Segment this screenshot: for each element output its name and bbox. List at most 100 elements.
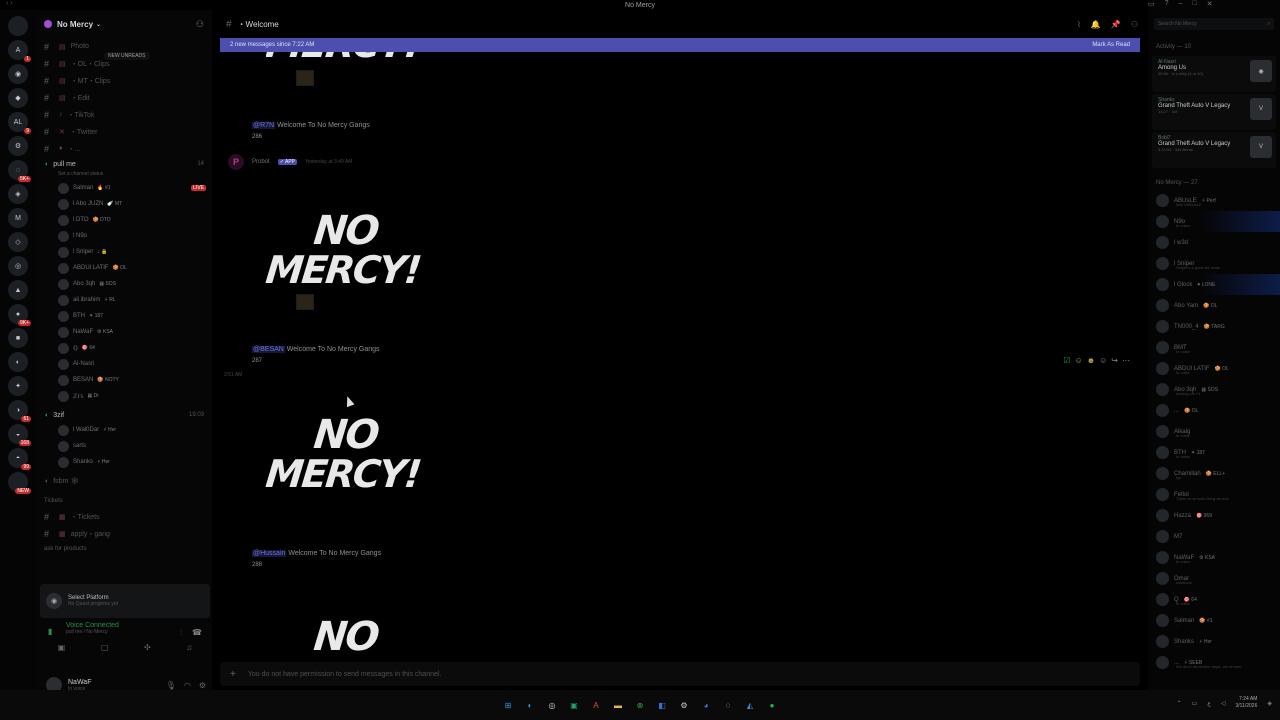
server-icon[interactable]: M bbox=[8, 208, 28, 228]
server-icon[interactable]: ■ bbox=[8, 328, 28, 348]
welcome-image[interactable]: NO MERCY! bbox=[264, 202, 422, 312]
server-icon[interactable]: ◆ bbox=[8, 88, 28, 108]
windows-start-icon[interactable]: ⊞ bbox=[502, 699, 514, 711]
channel-item[interactable]: # ✕ ・Twitter bbox=[36, 123, 212, 140]
camera-off-icon[interactable]: ▣ bbox=[58, 643, 66, 652]
welcome-image-partial[interactable]: NO bbox=[266, 608, 416, 658]
server-icon[interactable]: ◎ bbox=[8, 256, 28, 276]
voice-channel-status[interactable]: Set a channel status bbox=[36, 171, 212, 180]
server-icon[interactable]: ◌ 5K+ bbox=[8, 160, 31, 182]
adobe-icon[interactable]: A bbox=[590, 699, 602, 711]
voice-member[interactable]: l Abo JUZN 🍼 MT bbox=[36, 196, 212, 212]
voice-member[interactable]: BTH ✦ 187 bbox=[36, 308, 212, 324]
voice-member[interactable]: Abo 3qh ▦ SOS bbox=[36, 276, 212, 292]
member-item[interactable]: Hazza 🎯 969 bbox=[1148, 505, 1280, 526]
server-icon[interactable]: ◒ 168 bbox=[8, 424, 31, 446]
voice-member[interactable]: Salman 🔥 #1 LIVE bbox=[36, 180, 212, 196]
server-icon[interactable]: ◉ bbox=[8, 64, 28, 84]
notifications-icon[interactable]: ◈ bbox=[1267, 700, 1272, 707]
disconnect-icon[interactable]: ☎ bbox=[192, 628, 202, 637]
activity-card[interactable]: Shanks Grand Theft Auto V Legacy 14:27 · 3… bbox=[1152, 94, 1276, 130]
add-reaction-icon[interactable]: ☺ bbox=[1099, 356, 1107, 365]
soundboard-icon[interactable]: ♫ bbox=[186, 643, 192, 652]
member-item[interactable]: Fetlol There is no such thing as true bbox=[1148, 484, 1280, 505]
voice-channel-3zif[interactable]: ◖ 3zif 19:03 bbox=[36, 408, 212, 422]
members-icon[interactable]: ⚇ bbox=[1131, 20, 1138, 29]
category-tickets[interactable]: Tickets bbox=[36, 494, 212, 508]
member-item[interactable]: BTH ✦ 187 In voice bbox=[1148, 442, 1280, 463]
member-item[interactable]: ABDUl LATIF 🍪 OL In voice bbox=[1148, 358, 1280, 379]
voice-member[interactable]: l Sniper ♪ 🔒 bbox=[36, 244, 212, 260]
check-reaction-icon[interactable]: ☑ bbox=[1063, 356, 1070, 365]
server-icon[interactable]: NEW bbox=[8, 472, 31, 494]
member-item[interactable]: Q 🎯 64 In voice bbox=[1148, 589, 1280, 610]
mark-as-read-button[interactable]: Mark As Read bbox=[1092, 42, 1130, 48]
server-icon[interactable]: ◓ 99 bbox=[8, 448, 31, 470]
server-icon[interactable]: ✦ bbox=[8, 376, 28, 396]
voice-member[interactable]: ℚ 🎯 64 bbox=[36, 340, 212, 356]
member-item[interactable]: Omar solutions bbox=[1148, 568, 1280, 589]
member-item[interactable]: BMT In voice bbox=[1148, 337, 1280, 358]
pin-icon[interactable]: 📌 bbox=[1111, 20, 1121, 29]
category-ask-for-products[interactable]: ask for products bbox=[36, 542, 212, 556]
member-item[interactable]: l w3d bbox=[1148, 232, 1280, 253]
member-item[interactable]: l Glock ♥ LONE bbox=[1148, 274, 1280, 295]
platform-panel[interactable]: ◉ Select Platform No Quest progress yet bbox=[40, 584, 210, 618]
voice-member[interactable]: Al-Nasri bbox=[36, 356, 212, 372]
server-header[interactable]: No Mercy ⌄ ⚇ bbox=[36, 10, 212, 38]
volume-icon[interactable]: ◁ bbox=[1221, 700, 1226, 707]
voice-member[interactable]: l DTO 🍪 DTO bbox=[36, 212, 212, 228]
new-messages-banner[interactable]: 2 new messages since 7:22 AM Mark As Rea… bbox=[220, 38, 1140, 52]
emoji-reaction-icon[interactable]: ☺ bbox=[1075, 356, 1083, 365]
voice-member[interactable]: sarts bbox=[36, 438, 212, 454]
channel-item[interactable]: # ▤ ・MT・Clips bbox=[36, 72, 212, 89]
server-icon[interactable]: ◐ bbox=[8, 352, 28, 372]
search-bar[interactable]: Search No Mercy ⌕ bbox=[1148, 10, 1280, 38]
voice-channel-extra[interactable]: ◖ fsbm 🕸 bbox=[36, 474, 212, 488]
user-mention[interactable]: @Hussain bbox=[252, 550, 287, 557]
voice-member[interactable]: ali ibrahim ⚡ RL bbox=[36, 292, 212, 308]
welcome-image[interactable]: NO MERCY! bbox=[264, 406, 422, 516]
server-icon[interactable]: ⚙ bbox=[8, 136, 28, 156]
member-item[interactable]: Alkaig In voice bbox=[1148, 421, 1280, 442]
noise-suppression-icon[interactable]: ⫶ bbox=[180, 628, 182, 638]
member-item[interactable]: ABUsLE ⚡ Perf linkl VABUsLE bbox=[1148, 190, 1280, 211]
welcome-image-partial[interactable]: MERCY! bbox=[266, 52, 416, 92]
threads-icon[interactable]: ⌇ bbox=[1077, 20, 1081, 29]
user-mention[interactable]: @R7N bbox=[252, 122, 276, 129]
voice-member[interactable]: NaWaF ⚙ KSA bbox=[36, 324, 212, 340]
discord-taskbar-icon[interactable]: ◕ bbox=[700, 699, 712, 711]
channel-item[interactable]: # ▤ ・Edit bbox=[36, 89, 212, 106]
bot-avatar[interactable]: P bbox=[228, 154, 244, 170]
server-icon[interactable]: ● 9K+ bbox=[8, 304, 31, 326]
server-icon[interactable]: ◈ bbox=[8, 184, 28, 204]
member-item[interactable]: ... ⚡ SEEB We don't remember days, we reme… bbox=[1148, 652, 1280, 673]
member-item[interactable]: ... 🍪 OL bbox=[1148, 400, 1280, 421]
settings-icon[interactable]: ⚙ bbox=[678, 699, 690, 711]
signal-icon[interactable]: ▮ bbox=[48, 627, 52, 636]
xbox-app-icon[interactable]: ▣ bbox=[568, 699, 580, 711]
gear-icon[interactable]: ⚙ bbox=[199, 681, 206, 690]
username[interactable]: NaWaF bbox=[68, 679, 91, 686]
member-item[interactable]: Shanks ⚡ Her... bbox=[1148, 631, 1280, 652]
channel-item[interactable]: # ▦ ・Tickets bbox=[36, 508, 212, 525]
more-icon[interactable]: ⋯ bbox=[1122, 356, 1130, 365]
headphones-icon[interactable]: ◠ bbox=[184, 681, 191, 690]
outlook-icon[interactable]: ◧ bbox=[656, 699, 668, 711]
voice-member[interactable]: Shanks ⚡ Her bbox=[36, 454, 212, 470]
user-mention[interactable]: @BESAN bbox=[252, 346, 285, 353]
bot-name[interactable]: Probot bbox=[252, 159, 270, 165]
obs-icon[interactable]: ◌ bbox=[722, 699, 734, 711]
channel-item[interactable]: # ♦ ・... bbox=[36, 140, 212, 157]
voice-channel-pull-me[interactable]: ◖ pull me 14 bbox=[36, 157, 212, 171]
discord-home-icon[interactable] bbox=[8, 16, 28, 36]
member-item[interactable]: Abo Yam 🍪 OL bbox=[1148, 295, 1280, 316]
microphone-icon[interactable]: 🎙 bbox=[166, 681, 176, 690]
chevron-up-icon[interactable]: ⌃ bbox=[1177, 700, 1182, 707]
server-icon[interactable]: ▲ bbox=[8, 280, 28, 300]
network-icon[interactable]: ▭ bbox=[1192, 700, 1198, 707]
xbox-icon[interactable]: ⊗ bbox=[634, 699, 646, 711]
member-item[interactable]: N9o In voice bbox=[1148, 211, 1280, 232]
voice-member[interactable]: l Wal0Dar ⚡ Her bbox=[36, 422, 212, 438]
activity-card[interactable]: Bsbl7 Grand Theft Auto V Legacy 3:23:54 · … bbox=[1152, 132, 1276, 168]
